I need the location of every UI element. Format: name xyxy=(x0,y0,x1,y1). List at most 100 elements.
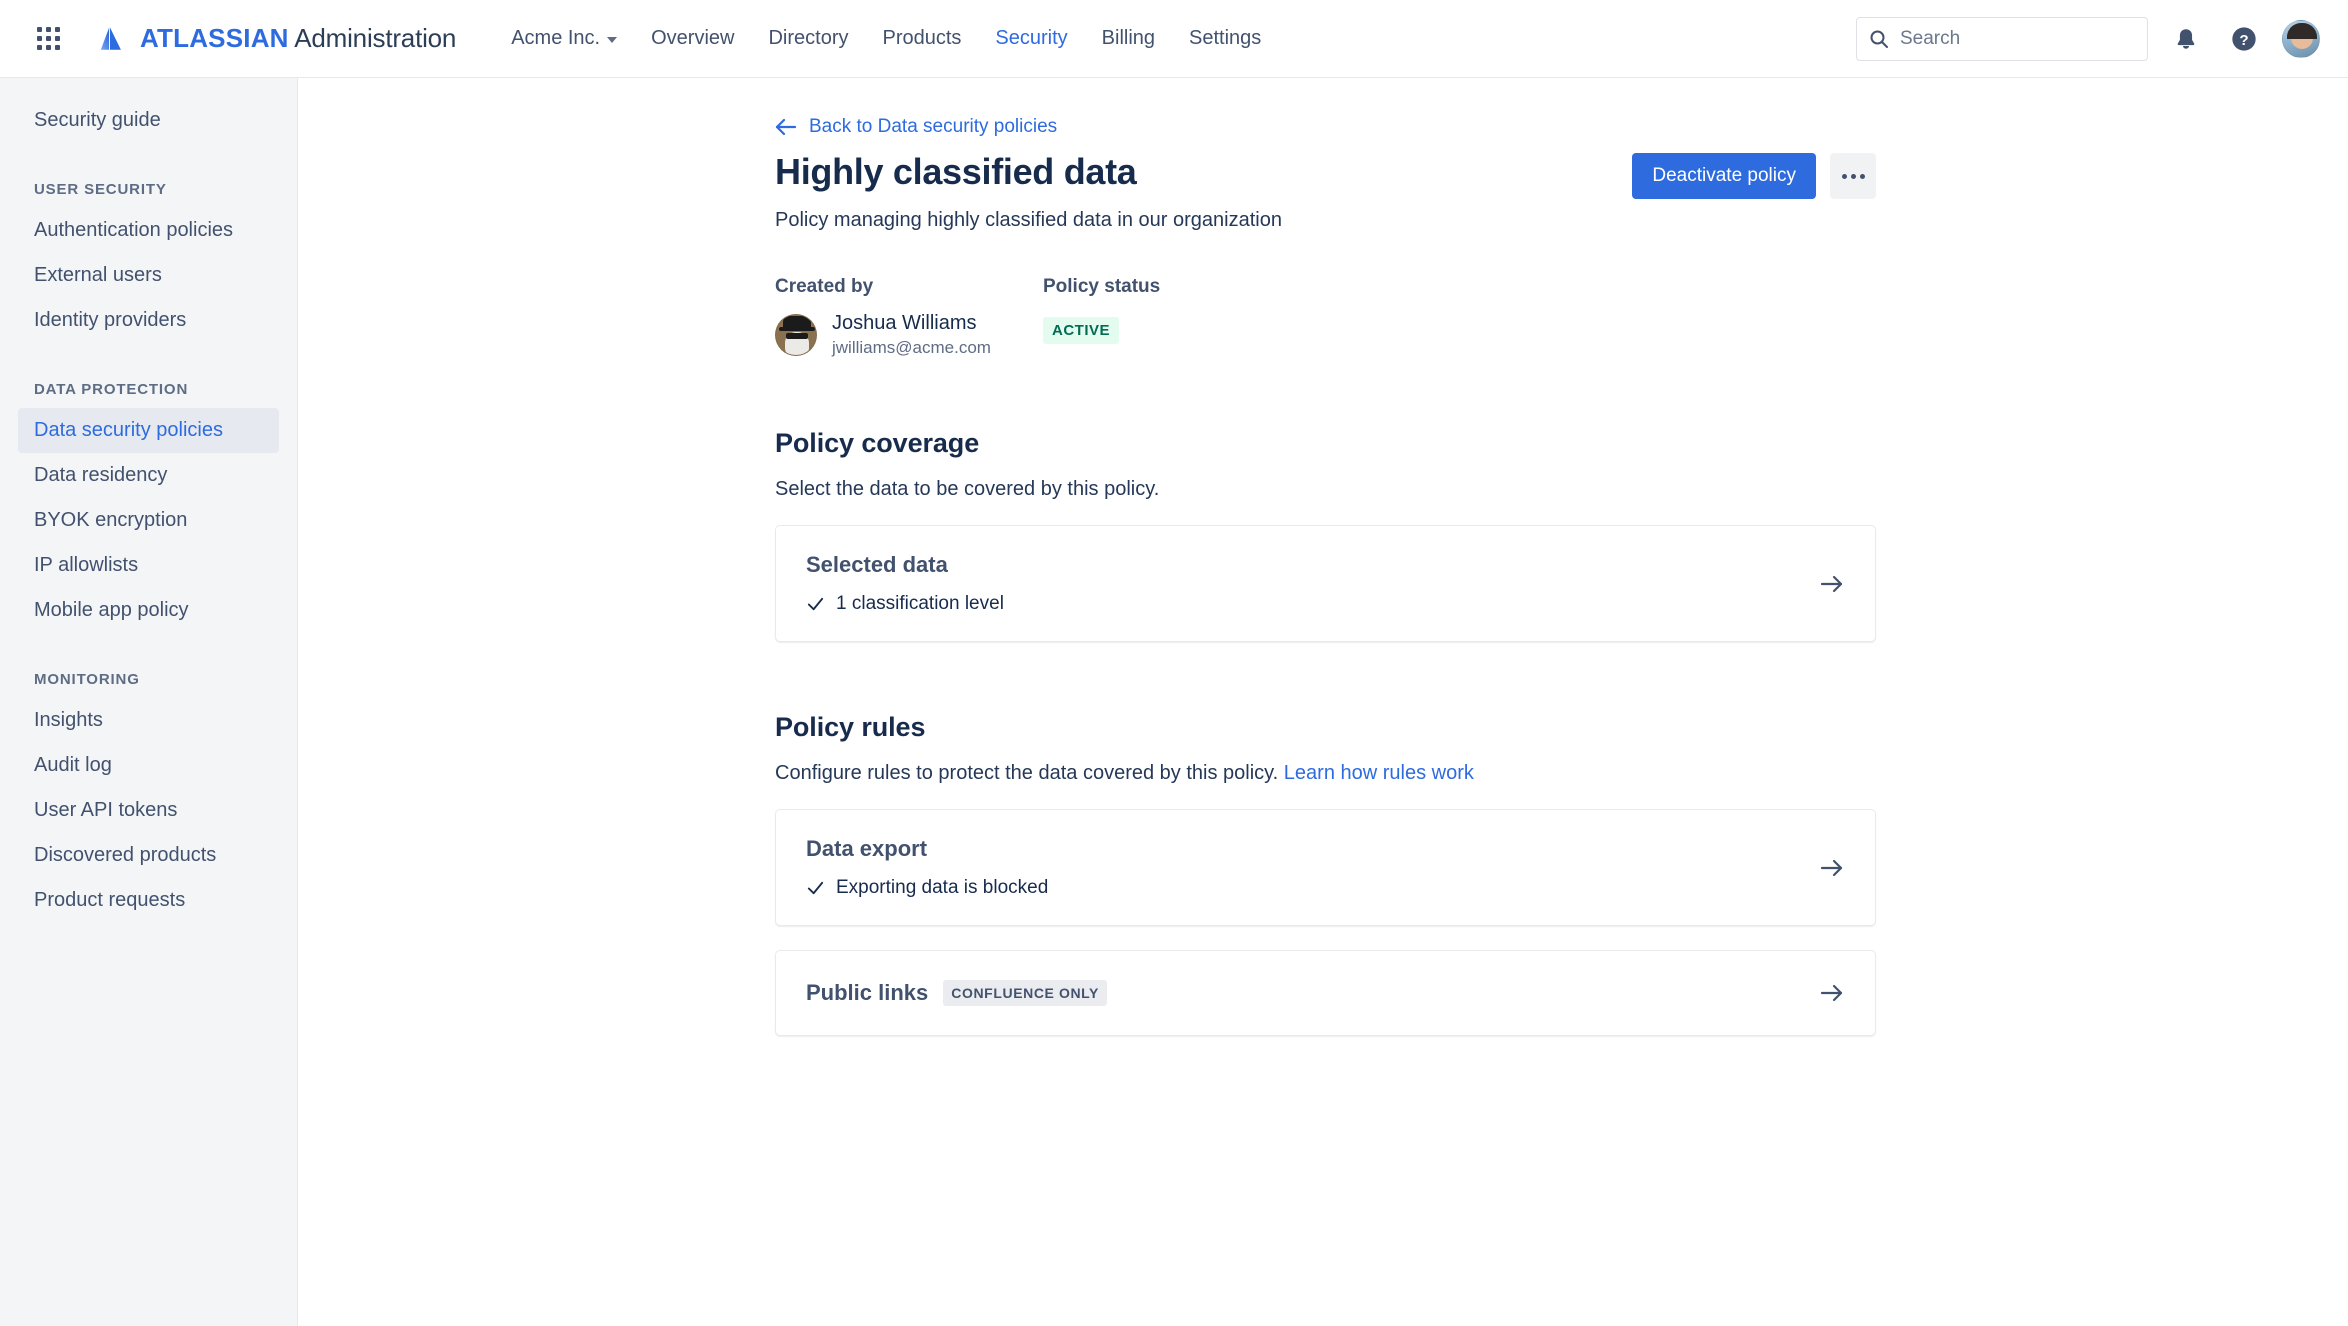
policy-rules-title: Policy rules xyxy=(775,712,926,743)
bell-icon xyxy=(2177,28,2195,49)
creator-avatar xyxy=(775,313,817,356)
user-avatar[interactable] xyxy=(2282,19,2320,58)
more-actions-button[interactable] xyxy=(1830,153,1876,199)
sidebar-item-security-guide[interactable]: Security guide xyxy=(18,98,279,143)
avatar-hat-brim-shape xyxy=(779,326,815,331)
policy-status-label: Policy status xyxy=(1043,276,1161,298)
search-input[interactable] xyxy=(1900,27,2135,50)
sidebar-item-external-users[interactable]: External users xyxy=(18,253,279,298)
public-links-card-body: Public links CONFLUENCE ONLY xyxy=(806,980,1795,1007)
sidebar-item-user-api-tokens[interactable]: User API tokens xyxy=(18,788,279,833)
public-links-card-title-row: Public links CONFLUENCE ONLY xyxy=(806,980,1795,1007)
sidebar-item-ip-allowlists[interactable]: IP allowlists xyxy=(18,543,279,588)
arrow-left-icon xyxy=(775,118,797,136)
creator-name: Joshua Williams xyxy=(832,312,977,335)
arrow-right-icon xyxy=(1820,985,1843,1002)
org-switcher-acme-inc[interactable]: Acme Inc. xyxy=(494,17,634,60)
selected-data-card-body: Selected data 1 classification level xyxy=(806,552,1795,615)
policy-coverage-section: Policy coverage Select the data to be co… xyxy=(775,428,1876,643)
sidebar-item-identity-providers[interactable]: Identity providers xyxy=(18,298,279,343)
nav-item-overview[interactable]: Overview xyxy=(634,17,751,60)
sidebar-item-product-requests[interactable]: Product requests xyxy=(18,878,279,923)
selected-data-card-detail-row: 1 classification level xyxy=(806,593,1795,615)
check-icon xyxy=(807,881,824,895)
brand-atlassian-text: ATLASSIAN xyxy=(140,23,289,53)
sidebar-item-data-security-policies[interactable]: Data security policies xyxy=(18,408,279,453)
sidebar-item-authentication-policies[interactable]: Authentication policies xyxy=(18,208,279,253)
more-horizontal-icon xyxy=(1841,173,1847,179)
main-content-area: Back to Data security policies Highly cl… xyxy=(298,78,2348,1326)
check-icon xyxy=(807,597,824,611)
sidebar-item-discovered-products[interactable]: Discovered products xyxy=(18,833,279,878)
nav-item-products[interactable]: Products xyxy=(865,17,978,60)
app-switcher-button[interactable] xyxy=(28,19,68,59)
status-badge: ACTIVE xyxy=(1043,317,1120,345)
sidebar-item-insights[interactable]: Insights xyxy=(18,698,279,743)
sidebar-item-mobile-app-policy[interactable]: Mobile app policy xyxy=(18,588,279,633)
nav-item-security[interactable]: Security xyxy=(978,17,1084,60)
policy-meta-row: Created by Joshua Williams jwilliams@acm… xyxy=(775,276,1876,358)
nav-item-settings[interactable]: Settings xyxy=(1172,17,1278,60)
created-by-block: Created by Joshua Williams jwilliams@acm… xyxy=(775,276,1043,358)
nav-item-directory[interactable]: Directory xyxy=(751,17,865,60)
svg-text:?: ? xyxy=(2239,31,2248,48)
search-icon xyxy=(1870,30,1888,48)
atlassian-logo-icon xyxy=(100,26,121,50)
grid-icon xyxy=(36,27,60,50)
top-navigation-bar: ATLASSIAN Administration Acme Inc. Overv… xyxy=(0,0,2348,78)
data-export-card[interactable]: Data export Exporting data is blocked xyxy=(775,809,1876,927)
search-box[interactable] xyxy=(1856,16,2148,61)
policy-status-block: Policy status ACTIVE xyxy=(1043,276,1160,358)
policy-rules-description: Configure rules to protect the data cove… xyxy=(775,762,1876,785)
arrow-right-icon xyxy=(1820,575,1843,592)
sidebar-group-monitoring: MONITORING xyxy=(34,671,140,688)
sidebar-item-audit-log[interactable]: Audit log xyxy=(18,743,279,788)
org-switcher-label: Acme Inc. xyxy=(511,27,601,49)
selected-data-card-detail: 1 classification level xyxy=(836,593,1004,615)
top-nav-right-cluster: ? xyxy=(1856,16,2320,61)
brand-administration-text: Administration xyxy=(294,23,457,53)
avatar-glasses-shape xyxy=(786,332,808,339)
data-export-card-title-row: Data export xyxy=(806,836,1795,862)
policy-rules-section: Policy rules Configure rules to protect … xyxy=(775,712,1876,1037)
more-horizontal-icon xyxy=(1850,173,1856,179)
data-export-card-detail: Exporting data is blocked xyxy=(836,877,1049,899)
security-sidebar: Security guide USER SECURITY Authenticat… xyxy=(0,78,298,1326)
page-subtitle: Policy managing highly classified data i… xyxy=(775,209,1282,232)
atlassian-administration-logo[interactable]: ATLASSIAN Administration xyxy=(100,23,456,54)
nav-item-billing[interactable]: Billing xyxy=(1085,17,1172,60)
more-horizontal-icon xyxy=(1859,173,1865,179)
creator-info: Joshua Williams jwilliams@acme.com xyxy=(775,311,1043,358)
policy-detail-content: Back to Data security policies Highly cl… xyxy=(775,116,1876,1037)
help-circle-icon: ? xyxy=(2232,26,2256,51)
sidebar-item-byok-encryption[interactable]: BYOK encryption xyxy=(18,498,279,543)
primary-nav-links: Acme Inc. Overview Directory Products Se… xyxy=(494,17,1278,60)
page-title: Highly classified data xyxy=(775,151,1137,192)
sidebar-item-data-residency[interactable]: Data residency xyxy=(18,453,279,498)
learn-how-rules-work-link[interactable]: Learn how rules work xyxy=(1284,762,1474,784)
notifications-button[interactable] xyxy=(2166,19,2206,59)
public-links-card-title: Public links xyxy=(806,980,929,1006)
page-actions: Deactivate policy xyxy=(1632,151,1876,199)
public-links-card[interactable]: Public links CONFLUENCE ONLY xyxy=(775,950,1876,1037)
policy-coverage-title: Policy coverage xyxy=(775,428,980,459)
creator-text: Joshua Williams jwilliams@acme.com xyxy=(832,311,991,358)
deactivate-policy-button[interactable]: Deactivate policy xyxy=(1632,153,1816,199)
data-export-card-body: Data export Exporting data is blocked xyxy=(806,836,1795,899)
page-header-text: Highly classified data Policy managing h… xyxy=(775,151,1282,232)
chevron-down-icon xyxy=(607,37,618,43)
arrow-right-icon xyxy=(1820,859,1843,876)
created-by-label: Created by xyxy=(775,276,874,298)
policy-coverage-description: Select the data to be covered by this po… xyxy=(775,478,1160,501)
brand-text: ATLASSIAN Administration xyxy=(140,23,456,54)
data-export-card-detail-row: Exporting data is blocked xyxy=(806,877,1795,899)
sidebar-group-data-protection: DATA PROTECTION xyxy=(34,381,189,398)
sidebar-group-user-security: USER SECURITY xyxy=(34,181,167,198)
help-button[interactable]: ? xyxy=(2224,19,2264,59)
selected-data-card[interactable]: Selected data 1 classification level xyxy=(775,525,1876,643)
data-export-card-title: Data export xyxy=(806,836,928,862)
back-to-data-security-policies-link[interactable]: Back to Data security policies xyxy=(775,116,1876,138)
